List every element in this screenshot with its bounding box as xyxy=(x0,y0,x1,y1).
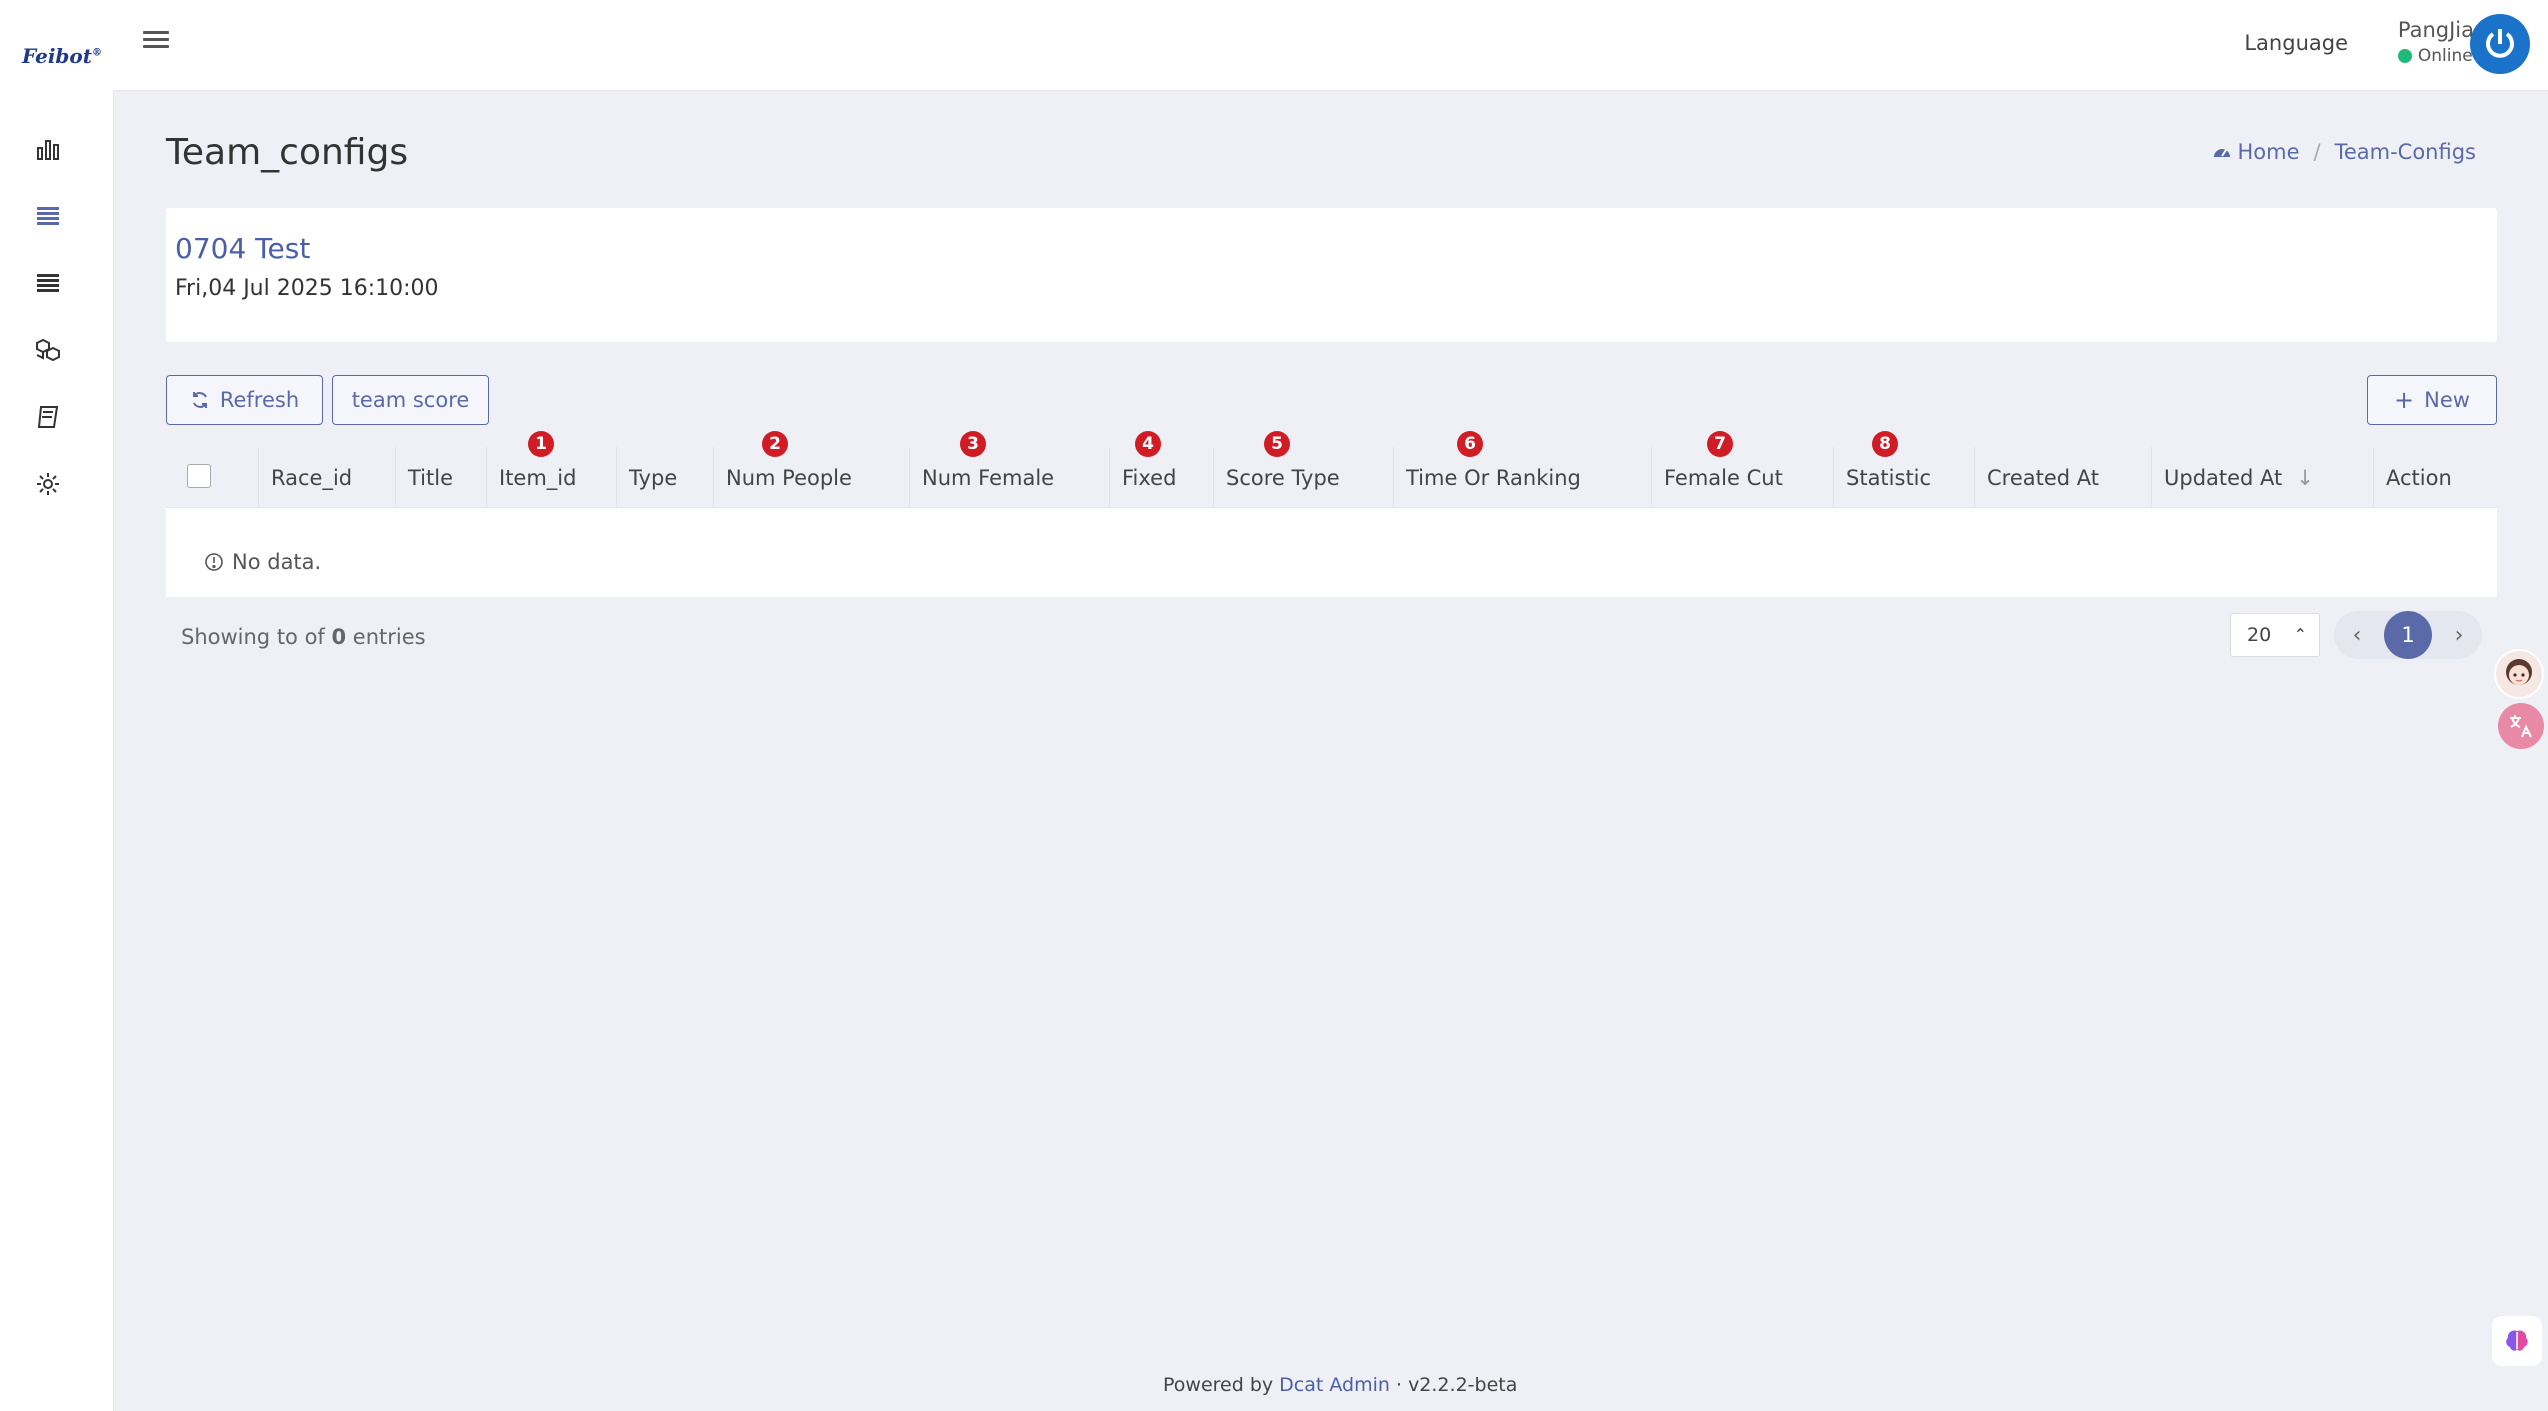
table-header: Race_id Title 1 Item_id Type 2 Num People … xyxy=(166,431,2497,508)
pagination: ‹ 1 › xyxy=(2334,611,2482,659)
badge-3: 3 xyxy=(960,431,986,457)
main-content: Team_configs Home / Team-Configs 0704 Te… xyxy=(166,90,2548,1411)
dashboard-icon xyxy=(2213,149,2230,157)
chart-icon[interactable] xyxy=(33,135,63,165)
badge-8: 8 xyxy=(1872,431,1898,457)
translate-glyph-icon xyxy=(2510,715,2532,738)
user-info[interactable]: PangJia Online xyxy=(2397,18,2474,66)
col-num-female[interactable]: 3 Num Female xyxy=(910,431,1110,507)
entries-prefix: Showing to of xyxy=(181,625,332,649)
badge-5: 5 xyxy=(1264,431,1290,457)
col-created-at[interactable]: Created At xyxy=(1975,447,2152,507)
cubes-icon[interactable] xyxy=(33,335,63,365)
footer-powered: Powered by Dcat Admin · v2.2.2-beta xyxy=(1163,1374,1517,1396)
col-fixed[interactable]: 4 Fixed xyxy=(1110,431,1214,507)
footer-version: v2.2.2-beta xyxy=(1408,1374,1518,1396)
race-title[interactable]: 0704 Test xyxy=(175,232,310,265)
topbar: Language PangJia Online xyxy=(113,0,2548,91)
footer-prefix: Powered by xyxy=(1163,1374,1280,1396)
new-label: New xyxy=(2424,388,2470,412)
race-card: 0704 Test Fri,04 Jul 2025 16:10:00 xyxy=(166,208,2497,342)
col-item-id[interactable]: 1 Item_id xyxy=(487,431,617,507)
list-icon[interactable] xyxy=(33,268,63,298)
user-status: Online xyxy=(2397,46,2474,66)
empty-text: No data. xyxy=(232,550,322,574)
brand-name: Feibot xyxy=(22,44,92,68)
col-updated-at-label: Updated At xyxy=(2164,466,2283,490)
per-page-value: 20 xyxy=(2247,624,2272,646)
col-female-cut-label: Female Cut xyxy=(1664,466,1783,490)
select-all-checkbox[interactable] xyxy=(187,464,211,488)
gear-icon[interactable] xyxy=(33,469,63,499)
prev-page-icon[interactable]: ‹ xyxy=(2342,623,2372,648)
badge-7: 7 xyxy=(1707,431,1733,457)
col-female-cut[interactable]: 7 Female Cut xyxy=(1652,431,1834,507)
col-race-id[interactable]: Race_id xyxy=(259,447,396,507)
user-name: PangJia xyxy=(2397,18,2474,42)
user-avatar[interactable] xyxy=(2470,14,2530,74)
plus-icon: + xyxy=(2394,386,2415,414)
col-num-people[interactable]: 2 Num People xyxy=(714,431,910,507)
breadcrumb-separator: / xyxy=(2313,140,2321,164)
breadcrumb: Home / Team-Configs xyxy=(2212,140,2476,164)
col-num-female-label: Num Female xyxy=(922,466,1055,490)
badge-6: 6 xyxy=(1457,431,1483,457)
assistant-avatar-icon[interactable] xyxy=(2494,649,2544,699)
refresh-icon xyxy=(192,392,207,408)
book-icon[interactable] xyxy=(33,402,63,432)
breadcrumb-home[interactable]: Home xyxy=(2212,140,2300,164)
power-icon xyxy=(2486,29,2514,58)
brand-logo[interactable]: Feibot® xyxy=(22,44,102,68)
page-title: Team_configs xyxy=(166,132,409,173)
page-button-current[interactable]: 1 xyxy=(2384,611,2432,659)
brand-mark: ® xyxy=(92,47,102,59)
sort-down-icon[interactable]: ↓ xyxy=(2296,466,2314,490)
girl-face-icon xyxy=(2506,659,2532,685)
col-type[interactable]: Type xyxy=(617,447,714,507)
select-all-cell xyxy=(166,447,259,507)
col-statistic[interactable]: 8 Statistic xyxy=(1834,431,1975,507)
data-table: Race_id Title 1 Item_id Type 2 Num People … xyxy=(166,431,2497,597)
col-action: Action xyxy=(2386,466,2452,490)
per-page-select[interactable]: 20 ⌃ xyxy=(2230,613,2320,657)
team-score-button[interactable]: team score xyxy=(332,375,489,425)
sidebar: Feibot® xyxy=(0,0,114,1411)
list-icon-active[interactable] xyxy=(33,201,63,231)
breadcrumb-home-label: Home xyxy=(2237,140,2300,164)
next-page-icon[interactable]: › xyxy=(2444,623,2474,648)
brain-icon[interactable] xyxy=(2492,1316,2542,1366)
col-title[interactable]: Title xyxy=(396,447,487,507)
user-status-label: Online xyxy=(2417,46,2473,66)
entries-count: 0 xyxy=(331,625,347,649)
new-button[interactable]: + New xyxy=(2367,375,2497,425)
entries-suffix: entries xyxy=(346,625,426,649)
col-fixed-label: Fixed xyxy=(1122,466,1177,490)
dcat-admin-link[interactable]: Dcat Admin xyxy=(1279,1374,1390,1396)
col-score-type[interactable]: 5 Score Type xyxy=(1214,431,1394,507)
col-statistic-label: Statistic xyxy=(1846,466,1932,490)
online-dot-icon xyxy=(2397,49,2412,63)
col-item-id-label: Item_id xyxy=(499,466,577,490)
col-time-or-ranking-label: Time Or Ranking xyxy=(1406,466,1581,490)
badge-4: 4 xyxy=(1135,431,1161,457)
breadcrumb-current: Team-Configs xyxy=(2334,140,2476,164)
empty-state: No data. xyxy=(204,550,321,574)
translate-icon[interactable] xyxy=(2498,703,2544,749)
footer-separator: · xyxy=(1389,1374,1409,1396)
chevron-up-icon: ⌃ xyxy=(2293,625,2307,644)
language-menu[interactable]: Language xyxy=(2244,31,2348,55)
brain-glyph-icon xyxy=(2506,1330,2528,1351)
badge-1: 1 xyxy=(528,431,554,457)
race-date: Fri,04 Jul 2025 16:10:00 xyxy=(175,276,439,301)
refresh-button[interactable]: Refresh xyxy=(166,375,323,425)
menu-toggle-icon[interactable] xyxy=(143,27,169,51)
badge-2: 2 xyxy=(762,431,788,457)
col-score-type-label: Score Type xyxy=(1226,466,1340,490)
col-updated-at[interactable]: Updated At ↓ xyxy=(2152,447,2374,507)
entries-info: Showing to of 0 entries xyxy=(181,625,426,649)
col-num-people-label: Num People xyxy=(726,466,852,490)
refresh-label: Refresh xyxy=(219,388,300,412)
col-time-or-ranking[interactable]: 6 Time Or Ranking xyxy=(1394,431,1652,507)
info-icon xyxy=(205,553,223,571)
